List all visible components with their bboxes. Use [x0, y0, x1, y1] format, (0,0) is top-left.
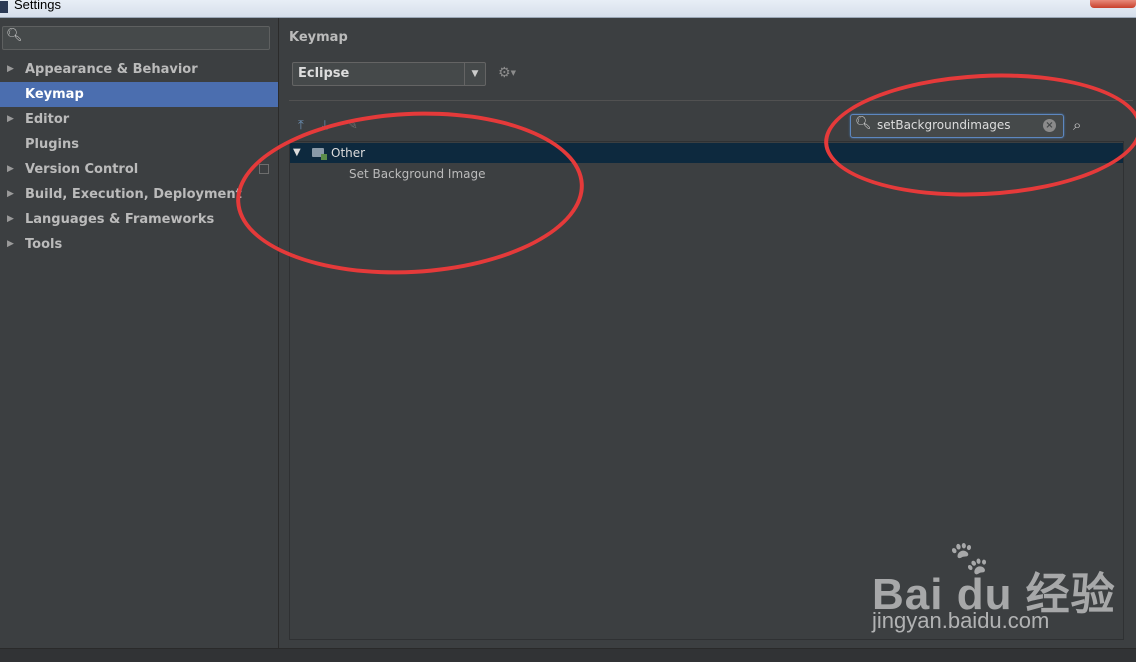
expand-arrow-icon: ▶	[7, 189, 14, 199]
expand-arrow-icon: ▶	[7, 114, 14, 124]
sidebar-item-label: Keymap	[25, 87, 84, 102]
sidebar-item-languages-frameworks[interactable]: ▶ Languages & Frameworks	[0, 207, 278, 232]
app-icon	[0, 1, 8, 13]
search-icon: 🔍︎	[6, 28, 23, 43]
title-bar: Settings	[0, 0, 1136, 18]
sidebar-item-label: Plugins	[25, 137, 79, 152]
sidebar-item-label: Languages & Frameworks	[25, 212, 215, 227]
sidebar-item-label: Version Control	[25, 162, 139, 177]
sidebar-item-editor[interactable]: ▶ Editor	[0, 107, 278, 132]
close-button[interactable]	[1090, 0, 1136, 8]
keymap-scheme-select[interactable]: Eclipse ▼	[292, 62, 486, 86]
gear-icon[interactable]: ⚙▼	[498, 65, 516, 81]
sidebar-item-label: Editor	[25, 112, 70, 127]
sidebar-item-version-control[interactable]: ▶ Version Control	[0, 157, 278, 182]
expand-all-icon[interactable]: ⤒	[298, 118, 304, 133]
sidebar-search-input[interactable]: 🔍︎	[2, 26, 270, 50]
page-title: Keymap	[289, 30, 348, 45]
keymap-scheme-value: Eclipse	[298, 66, 350, 81]
sidebar-item-label: Appearance & Behavior	[25, 62, 198, 77]
sidebar-item-keymap[interactable]: Keymap	[0, 82, 278, 107]
bottom-bar	[0, 648, 1136, 662]
expand-arrow-icon: ▶	[7, 64, 14, 74]
sidebar-item-label: Tools	[25, 237, 63, 252]
settings-sidebar: 🔍︎ ▶ Appearance & Behavior Keymap ▶ Edit…	[0, 18, 279, 648]
sidebar-item-appearance-behavior[interactable]: ▶ Appearance & Behavior	[0, 57, 278, 82]
expand-arrow-icon: ▶	[7, 164, 14, 174]
watermark-url: jingyan.baidu.com	[872, 608, 1050, 633]
chevron-down-icon[interactable]: ▼	[464, 63, 485, 85]
baidu-watermark: 🐾︎ Bai du 经验 jingyan.baidu.com	[858, 539, 1118, 640]
expand-arrow-icon: ▶	[7, 214, 14, 224]
sidebar-item-label: Build, Execution, Deployment	[25, 187, 242, 202]
window-title: Settings	[14, 0, 61, 12]
expand-arrow-icon: ▶	[7, 239, 14, 249]
sidebar-item-tools[interactable]: ▶ Tools	[0, 232, 278, 257]
sidebar-item-plugins[interactable]: Plugins	[0, 132, 278, 157]
